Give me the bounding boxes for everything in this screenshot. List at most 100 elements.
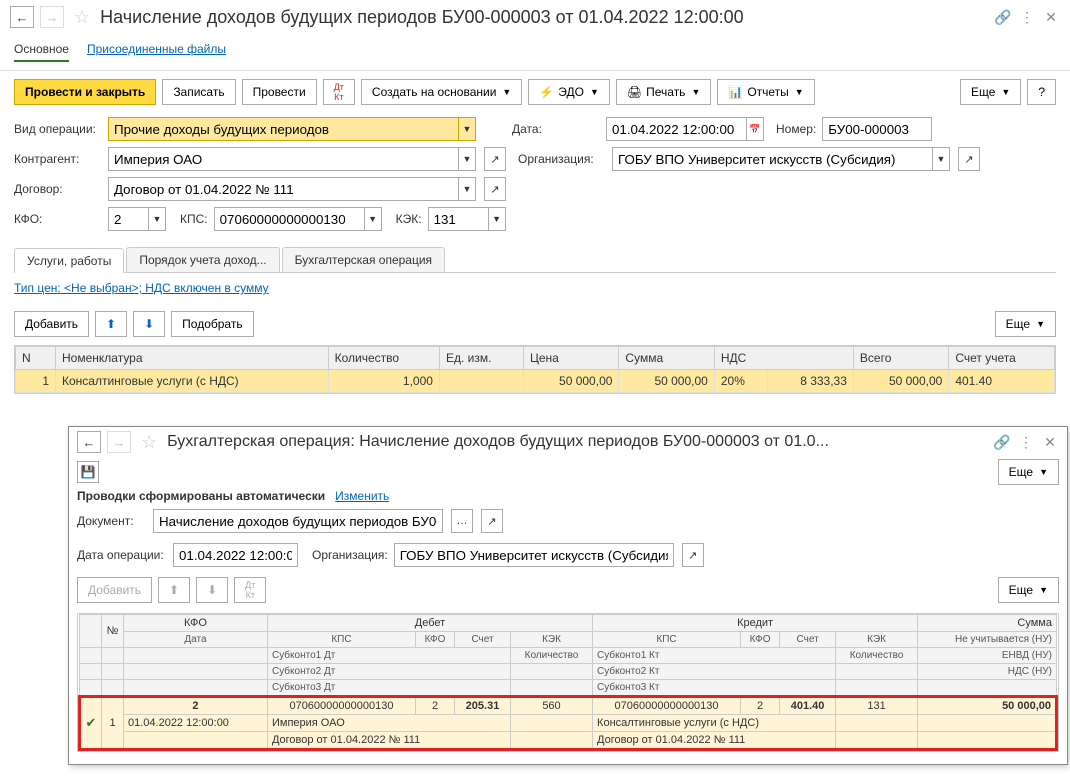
kps-input[interactable]: [214, 207, 364, 231]
op-type-label: Вид операции:: [14, 122, 102, 136]
sw-menu-icon[interactable]: ⋮: [1017, 433, 1035, 451]
contr-dropdown[interactable]: ▼: [458, 147, 476, 171]
contr-open[interactable]: ↗: [484, 147, 506, 171]
entries-grid: № КФО Дебет Кредит Сумма Дата КПСКФОСчет…: [77, 613, 1059, 752]
sw-title: Бухгалтерская операция: Начисление доход…: [167, 433, 987, 451]
sw-close-icon[interactable]: ✕: [1041, 433, 1059, 451]
gh-credit: Кредит: [593, 615, 918, 632]
calendar-button[interactable]: 📅: [746, 117, 764, 141]
forward-button[interactable]: →: [40, 6, 64, 28]
page-title: Начисление доходов будущих периодов БУ00…: [100, 7, 988, 28]
add-row-button[interactable]: Добавить: [14, 311, 89, 337]
th-nom[interactable]: Номенклатура: [56, 347, 329, 370]
subtab-accounting-order[interactable]: Порядок учета доход...: [126, 247, 279, 272]
reports-button[interactable]: 📊Отчеты▼: [717, 79, 814, 105]
num-label: Номер:: [776, 122, 816, 136]
print-icon: 🖨: [627, 85, 642, 99]
kfo-dropdown[interactable]: ▼: [148, 207, 166, 231]
th-price[interactable]: Цена: [524, 347, 619, 370]
sw-doc-label: Документ:: [77, 514, 147, 528]
sw-date-input[interactable]: [173, 543, 298, 567]
sw-down-button: ⬇: [196, 577, 228, 603]
sw-favorite-icon[interactable]: ☆: [141, 432, 157, 453]
gh-debit: Дебет: [267, 615, 592, 632]
gh-sum: Сумма: [918, 615, 1057, 632]
org-label: Организация:: [518, 152, 606, 166]
move-up-button[interactable]: ⬆: [95, 311, 127, 337]
sw-org-label: Организация:: [312, 548, 388, 562]
num-input[interactable]: [822, 117, 932, 141]
org-open[interactable]: ↗: [958, 147, 980, 171]
kps-dropdown[interactable]: ▼: [364, 207, 382, 231]
dog-open[interactable]: ↗: [484, 177, 506, 201]
close-icon[interactable]: ✕: [1042, 8, 1060, 26]
gh-n: №: [102, 615, 124, 648]
kek-input[interactable]: [428, 207, 488, 231]
kfo-input[interactable]: [108, 207, 148, 231]
pick-button[interactable]: Подобрать: [171, 311, 253, 337]
auto-label: Проводки сформированы автоматически: [77, 489, 325, 503]
link-icon[interactable]: 🔗: [994, 8, 1012, 26]
date-label: Дата:: [512, 122, 600, 136]
th-total[interactable]: Всего: [853, 347, 948, 370]
price-type-link[interactable]: Тип цен: <Не выбран>; НДС включен в сумм…: [14, 281, 269, 295]
post-button[interactable]: Провести: [242, 79, 317, 105]
dog-dropdown[interactable]: ▼: [458, 177, 476, 201]
org-dropdown[interactable]: ▼: [932, 147, 950, 171]
op-type-dropdown[interactable]: ▼: [458, 117, 476, 141]
th-qty[interactable]: Количество: [328, 347, 439, 370]
entry-row-highlighted[interactable]: ✔ 1 2 070600000000001302205.31560 070600…: [80, 697, 1057, 750]
more-button[interactable]: Еще▼: [960, 79, 1021, 105]
sw-up-button: ⬆: [158, 577, 190, 603]
post-close-button[interactable]: Провести и закрыть: [14, 79, 156, 105]
sw-doc-open[interactable]: ↗: [481, 509, 503, 533]
back-button[interactable]: ←: [10, 6, 34, 28]
date-input[interactable]: [606, 117, 746, 141]
dog-input[interactable]: [108, 177, 458, 201]
gh-check: [80, 615, 102, 648]
edo-button[interactable]: ⚡ЭДО▼: [528, 79, 610, 105]
save-button[interactable]: Записать: [162, 79, 235, 105]
help-button[interactable]: ?: [1027, 79, 1056, 105]
contr-label: Контрагент:: [14, 152, 102, 166]
create-based-button[interactable]: Создать на основании▼: [361, 79, 522, 105]
kek-dropdown[interactable]: ▼: [488, 207, 506, 231]
th-sum[interactable]: Сумма: [619, 347, 714, 370]
th-unit[interactable]: Ед. изм.: [439, 347, 523, 370]
accounting-operation-window: ← → ☆ Бухгалтерская операция: Начисление…: [68, 426, 1068, 765]
sw-save-icon[interactable]: 💾: [77, 461, 99, 483]
gh-kfo: КФО: [124, 615, 268, 632]
sw-forward-button[interactable]: →: [107, 431, 131, 453]
reports-icon: 📊: [728, 85, 743, 99]
org-input[interactable]: [612, 147, 932, 171]
table-row[interactable]: 1 Консалтинговые услуги (с НДС) 1,000 50…: [16, 370, 1055, 393]
sw-grid-more-button[interactable]: Еще▼: [998, 577, 1059, 603]
subtab-accounting-op[interactable]: Бухгалтерская операция: [282, 247, 445, 272]
dog-label: Договор:: [14, 182, 102, 196]
sw-org-open[interactable]: ↗: [682, 543, 704, 567]
print-button[interactable]: 🖨Печать▼: [616, 79, 711, 105]
kps-label: КПС:: [180, 212, 208, 226]
tab-files[interactable]: Присоединенные файлы: [87, 38, 226, 62]
sw-org-input[interactable]: [394, 543, 674, 567]
th-acc[interactable]: Счет учета: [949, 347, 1055, 370]
sw-add-button: Добавить: [77, 577, 152, 603]
sw-back-button[interactable]: ←: [77, 431, 101, 453]
table-more-button[interactable]: Еще▼: [995, 311, 1056, 337]
dtkt-button[interactable]: ДтКт: [323, 79, 355, 105]
menu-icon[interactable]: ⋮: [1018, 8, 1036, 26]
subtab-services[interactable]: Услуги, работы: [14, 248, 124, 273]
sw-link-icon[interactable]: 🔗: [993, 433, 1011, 451]
change-link[interactable]: Изменить: [335, 489, 389, 503]
th-vat[interactable]: НДС: [714, 347, 853, 370]
sw-more-button[interactable]: Еще▼: [998, 459, 1059, 485]
move-down-button[interactable]: ⬇: [133, 311, 165, 337]
op-type-input[interactable]: [108, 117, 458, 141]
tab-main[interactable]: Основное: [14, 38, 69, 62]
favorite-icon[interactable]: ☆: [74, 7, 90, 28]
sw-dtkt-button: ДтКт: [234, 577, 266, 603]
contr-input[interactable]: [108, 147, 458, 171]
sw-doc-more[interactable]: …: [451, 509, 473, 533]
th-n[interactable]: N: [16, 347, 56, 370]
sw-doc-input[interactable]: [153, 509, 443, 533]
